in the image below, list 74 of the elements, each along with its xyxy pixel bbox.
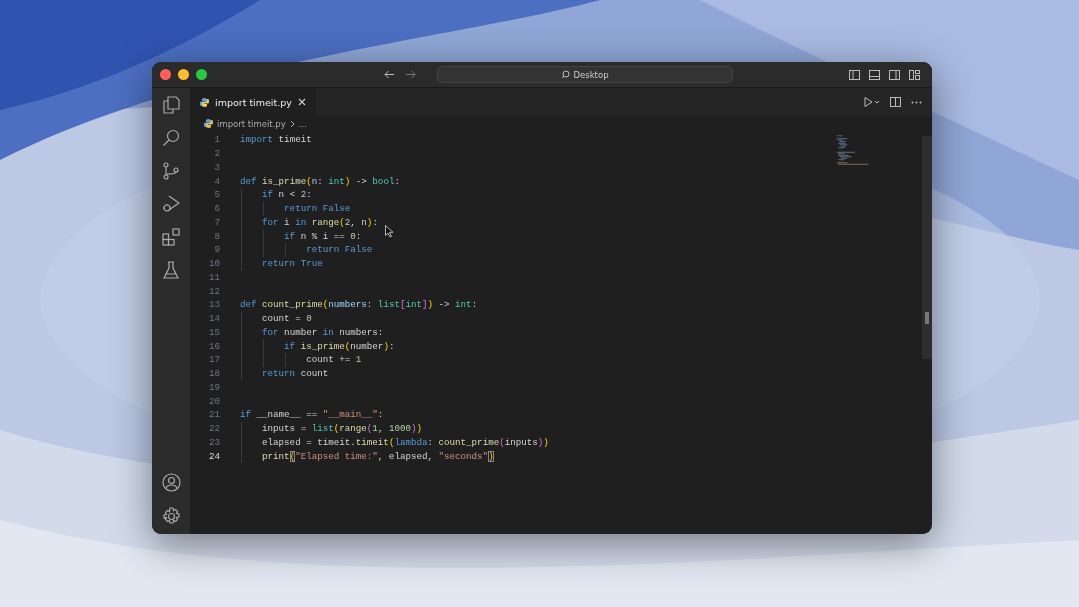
panel-toggle-icon[interactable] xyxy=(869,69,880,80)
editor-tab[interactable]: import timeit.py xyxy=(190,88,316,116)
breadcrumb-item[interactable]: import timeit.py xyxy=(217,118,286,129)
line-number: 23 xyxy=(207,436,220,448)
code-line: inputs = list(range(1, 1000)) xyxy=(261,423,422,435)
account-icon[interactable] xyxy=(161,473,181,492)
run-debug-icon[interactable] xyxy=(162,195,180,213)
line-number: 10 xyxy=(207,258,220,270)
line-number: 24 xyxy=(207,450,220,462)
code-line: return count xyxy=(261,368,329,380)
close-icon[interactable] xyxy=(297,98,306,106)
line-number: 18 xyxy=(207,368,220,380)
code-line: return False xyxy=(283,203,351,215)
search-field[interactable]: Desktop xyxy=(437,66,733,83)
line-number: 14 xyxy=(207,313,220,325)
layout-icon[interactable] xyxy=(909,69,920,80)
code-line: return False xyxy=(305,244,373,256)
python-file-icon xyxy=(200,97,209,107)
code-line: def count_prime(numbers: list[int]) -> int: xyxy=(240,299,478,311)
code-line: if n % i == 0: xyxy=(283,230,362,242)
search-icon xyxy=(561,70,571,79)
line-number: 9 xyxy=(213,244,220,256)
minimize-window-button[interactable] xyxy=(178,69,189,80)
extensions-icon[interactable] xyxy=(162,228,180,246)
line-number: 12 xyxy=(207,285,220,297)
line-number: 22 xyxy=(207,423,220,435)
line-number: 5 xyxy=(213,189,220,201)
chevron-icon xyxy=(289,119,295,128)
line-number: 2 xyxy=(213,148,220,160)
back-icon[interactable] xyxy=(384,70,395,79)
code-line: print("Elapsed time:", elapsed, "seconds") xyxy=(261,450,494,462)
code-line: def is_prime(n: int) -> bool: xyxy=(240,175,400,187)
line-number: 6 xyxy=(213,203,220,215)
mouse-pointer-icon xyxy=(385,225,394,238)
line-number: 19 xyxy=(207,381,220,393)
code-line: if __name__ == "__main__": xyxy=(240,409,384,421)
line-number: 8 xyxy=(213,230,220,242)
zoom-window-button[interactable] xyxy=(196,69,207,80)
close-window-button[interactable] xyxy=(160,69,171,80)
line-number: 3 xyxy=(213,161,220,173)
flask-icon[interactable] xyxy=(162,261,180,279)
code-line: import timeit xyxy=(240,134,312,146)
source-control-icon[interactable] xyxy=(162,162,180,180)
line-number: 21 xyxy=(207,409,220,421)
line-number: 11 xyxy=(207,271,220,283)
python-file-icon xyxy=(204,119,213,128)
line-number: 16 xyxy=(207,340,220,352)
sidebar-toggle-icon[interactable] xyxy=(849,69,860,80)
code-line: count += 1 xyxy=(305,354,362,366)
code-line: if n < 2: xyxy=(261,189,312,201)
secondary-sidebar-icon[interactable] xyxy=(889,69,900,80)
line-number: 13 xyxy=(207,299,220,311)
scrollbar[interactable] xyxy=(922,136,932,359)
code-line: for i in range(2, n): xyxy=(261,216,378,228)
breadcrumb-item[interactable]: ... xyxy=(298,118,307,129)
forward-icon[interactable] xyxy=(405,70,416,79)
run-icon[interactable] xyxy=(864,97,880,107)
code-line: count = 0 xyxy=(261,313,312,325)
code-line: for number in numbers: xyxy=(261,326,384,338)
settings-icon[interactable] xyxy=(161,507,181,526)
code-line: elapsed = timeit.timeit(lambda: count_prime(inputs)) xyxy=(261,436,549,448)
code-line: return True xyxy=(261,258,323,270)
line-number: 17 xyxy=(207,354,220,366)
line-number: 15 xyxy=(207,326,220,338)
search-icon[interactable] xyxy=(162,129,180,147)
line-number: 7 xyxy=(213,216,220,228)
scroll-thumb[interactable] xyxy=(925,312,929,324)
split-editor-icon[interactable] xyxy=(890,97,901,107)
line-number: 20 xyxy=(207,395,220,407)
line-number: 1 xyxy=(213,134,220,146)
more-icon[interactable] xyxy=(911,100,922,104)
code-line: if is_prime(number): xyxy=(283,340,395,352)
line-number: 4 xyxy=(213,175,220,187)
files-icon[interactable] xyxy=(162,96,180,114)
